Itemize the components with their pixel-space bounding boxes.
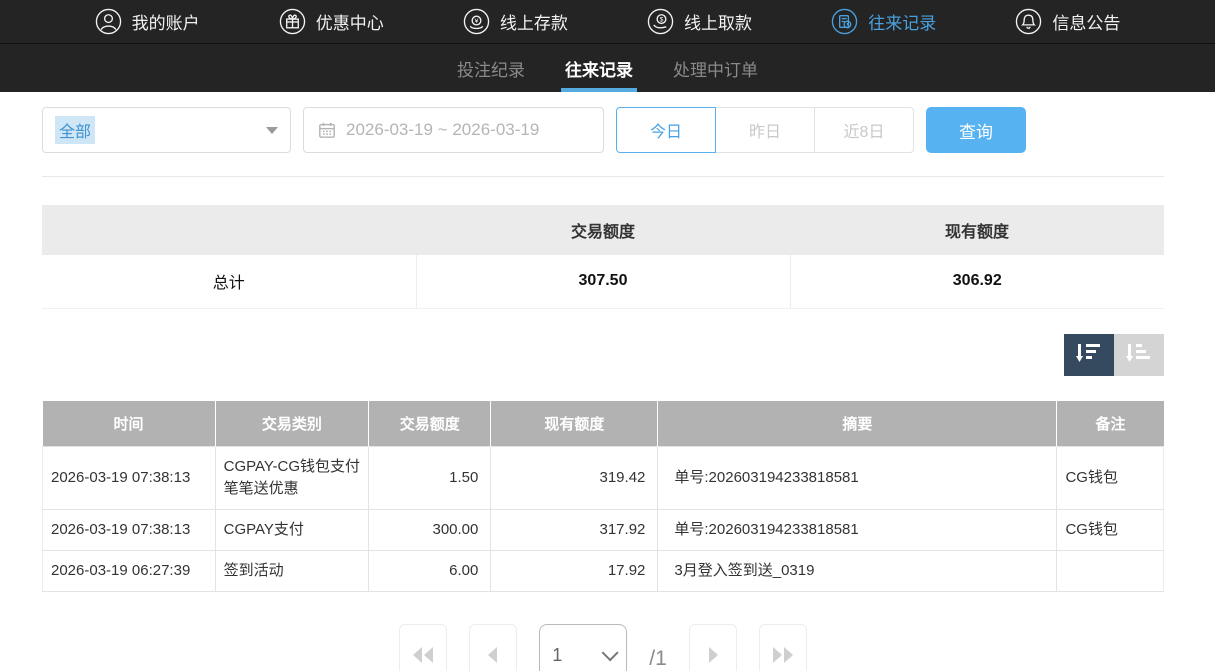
summary-header-empty bbox=[42, 205, 416, 255]
tab-label: 处理中订单 bbox=[673, 56, 758, 81]
tab-transaction-records[interactable]: 往来记录 bbox=[563, 44, 635, 92]
cell-summary: 单号:202603194233818581 bbox=[658, 447, 1057, 510]
svg-text:¥: ¥ bbox=[475, 18, 479, 25]
cell-balance: 319.42 bbox=[491, 447, 658, 510]
cell-time: 2026-03-19 07:38:13 bbox=[43, 447, 216, 510]
summary-balance-total: 306.92 bbox=[790, 255, 1164, 308]
sub-navigation: 投注纪录 往来记录 处理中订单 bbox=[0, 44, 1215, 92]
sort-descending-icon bbox=[1076, 341, 1102, 368]
chevron-down-icon bbox=[266, 127, 278, 134]
col-header-remark: 备注 bbox=[1057, 401, 1164, 447]
withdraw-coin-hand-icon: $ bbox=[647, 8, 674, 35]
table-row: 2026-03-19 07:38:13 CGPAY-CG钱包支付笔笔送优惠 1.… bbox=[43, 447, 1164, 510]
type-select[interactable]: 全部 bbox=[42, 107, 291, 153]
col-header-amount: 交易额度 bbox=[369, 401, 491, 447]
bell-icon bbox=[1015, 8, 1042, 35]
summary-header-balance: 现有额度 bbox=[790, 205, 1164, 255]
cell-type: 签到活动 bbox=[215, 551, 369, 592]
col-header-balance: 现有额度 bbox=[491, 401, 658, 447]
summary-header-transaction: 交易额度 bbox=[416, 205, 790, 255]
top-navigation: 我的账户 优惠中心 ¥ 线上存款 $ 线上取款 往来记录 信息公告 bbox=[0, 0, 1215, 44]
col-header-time: 时间 bbox=[43, 401, 216, 447]
summary-table: 交易额度 现有额度 总计 307.50 306.92 bbox=[42, 205, 1164, 309]
cell-summary: 3月登入签到送_0319 bbox=[658, 551, 1057, 592]
calendar-icon bbox=[318, 121, 336, 139]
table-row: 2026-03-19 06:27:39 签到活动 6.00 17.92 3月登入… bbox=[43, 551, 1164, 592]
deposit-coin-hand-icon: ¥ bbox=[463, 8, 490, 35]
nav-item-withdraw[interactable]: $ 线上取款 bbox=[647, 8, 752, 35]
yesterday-button[interactable]: 昨日 bbox=[715, 107, 815, 153]
previous-page-icon bbox=[480, 644, 506, 669]
col-header-type: 交易类别 bbox=[215, 401, 369, 447]
sort-ascending-icon bbox=[1126, 341, 1152, 368]
next-page-button[interactable] bbox=[689, 624, 737, 671]
table-row: 2026-03-19 07:38:13 CGPAY支付 300.00 317.9… bbox=[43, 510, 1164, 551]
cell-remark: CG钱包 bbox=[1057, 510, 1164, 551]
cell-balance: 17.92 bbox=[491, 551, 658, 592]
cell-amount: 300.00 bbox=[369, 510, 491, 551]
sort-descending-button[interactable] bbox=[1064, 334, 1114, 376]
cell-remark bbox=[1057, 551, 1164, 592]
nav-item-deposit[interactable]: ¥ 线上存款 bbox=[463, 8, 568, 35]
page-select-value: 1 bbox=[552, 645, 562, 666]
previous-page-button[interactable] bbox=[469, 624, 517, 671]
date-range-input[interactable]: 2026-03-19 ~ 2026-03-19 bbox=[303, 107, 604, 153]
nav-item-label: 我的账户 bbox=[132, 9, 200, 34]
cell-balance: 317.92 bbox=[491, 510, 658, 551]
nav-item-announcements[interactable]: 信息公告 bbox=[1015, 8, 1120, 35]
date-range-value: 2026-03-19 ~ 2026-03-19 bbox=[346, 120, 539, 140]
last-page-button[interactable] bbox=[759, 624, 807, 671]
summary-total-label: 总计 bbox=[42, 255, 416, 308]
user-icon bbox=[95, 8, 122, 35]
today-button[interactable]: 今日 bbox=[616, 107, 716, 153]
tab-label: 往来记录 bbox=[565, 56, 633, 81]
nav-item-label: 信息公告 bbox=[1052, 9, 1120, 34]
chevron-down-icon bbox=[602, 644, 619, 661]
tab-processing-orders[interactable]: 处理中订单 bbox=[671, 44, 760, 92]
nav-item-label: 线上取款 bbox=[684, 9, 752, 34]
tab-label: 投注纪录 bbox=[457, 56, 525, 81]
quick-date-button-group: 今日 昨日 近8日 bbox=[616, 107, 914, 153]
summary-transaction-total: 307.50 bbox=[416, 255, 790, 308]
nav-item-transactions[interactable]: 往来记录 bbox=[831, 8, 936, 35]
cell-amount: 6.00 bbox=[369, 551, 491, 592]
last-page-icon bbox=[770, 644, 796, 669]
records-table: 时间 交易类别 交易额度 现有额度 摘要 备注 2026-03-19 07:38… bbox=[42, 401, 1164, 593]
nav-item-label: 优惠中心 bbox=[316, 9, 384, 34]
cell-time: 2026-03-19 07:38:13 bbox=[43, 510, 216, 551]
records-header-row: 时间 交易类别 交易额度 现有额度 摘要 备注 bbox=[43, 401, 1164, 447]
search-button[interactable]: 查询 bbox=[926, 107, 1026, 153]
cell-remark: CG钱包 bbox=[1057, 447, 1164, 510]
nav-item-my-account[interactable]: 我的账户 bbox=[95, 8, 200, 35]
section-divider bbox=[42, 176, 1164, 177]
next-page-icon bbox=[700, 644, 726, 669]
cell-amount: 1.50 bbox=[369, 447, 491, 510]
main-content: 全部 2026-03-19 ~ 2026-03-19 今日 昨日 近8日 查询 … bbox=[42, 107, 1164, 671]
summary-total-row: 总计 307.50 306.92 bbox=[42, 255, 1164, 308]
sort-controls bbox=[42, 334, 1164, 376]
tab-betting-records[interactable]: 投注纪录 bbox=[455, 44, 527, 92]
gift-icon bbox=[279, 8, 306, 35]
type-select-value: 全部 bbox=[55, 116, 95, 144]
cell-type: CGPAY支付 bbox=[215, 510, 369, 551]
page-total-label: /1 bbox=[649, 647, 667, 671]
last-8-days-button[interactable]: 近8日 bbox=[814, 107, 914, 153]
nav-item-label: 往来记录 bbox=[868, 9, 936, 34]
nav-item-promotions[interactable]: 优惠中心 bbox=[279, 8, 384, 35]
cell-summary: 单号:202603194233818581 bbox=[658, 510, 1057, 551]
summary-header-row: 交易额度 现有额度 bbox=[42, 205, 1164, 255]
sort-ascending-button[interactable] bbox=[1114, 334, 1164, 376]
cell-time: 2026-03-19 06:27:39 bbox=[43, 551, 216, 592]
cell-type: CGPAY-CG钱包支付笔笔送优惠 bbox=[215, 447, 369, 510]
page-select[interactable]: 1 bbox=[539, 624, 627, 671]
svg-text:$: $ bbox=[660, 17, 664, 24]
nav-item-label: 线上存款 bbox=[500, 9, 568, 34]
first-page-button[interactable] bbox=[399, 624, 447, 671]
records-clipboard-icon bbox=[831, 8, 858, 35]
filter-row: 全部 2026-03-19 ~ 2026-03-19 今日 昨日 近8日 查询 bbox=[42, 107, 1164, 153]
pagination: 1 /1 bbox=[42, 624, 1164, 671]
col-header-summary: 摘要 bbox=[658, 401, 1057, 447]
first-page-icon bbox=[410, 644, 436, 669]
